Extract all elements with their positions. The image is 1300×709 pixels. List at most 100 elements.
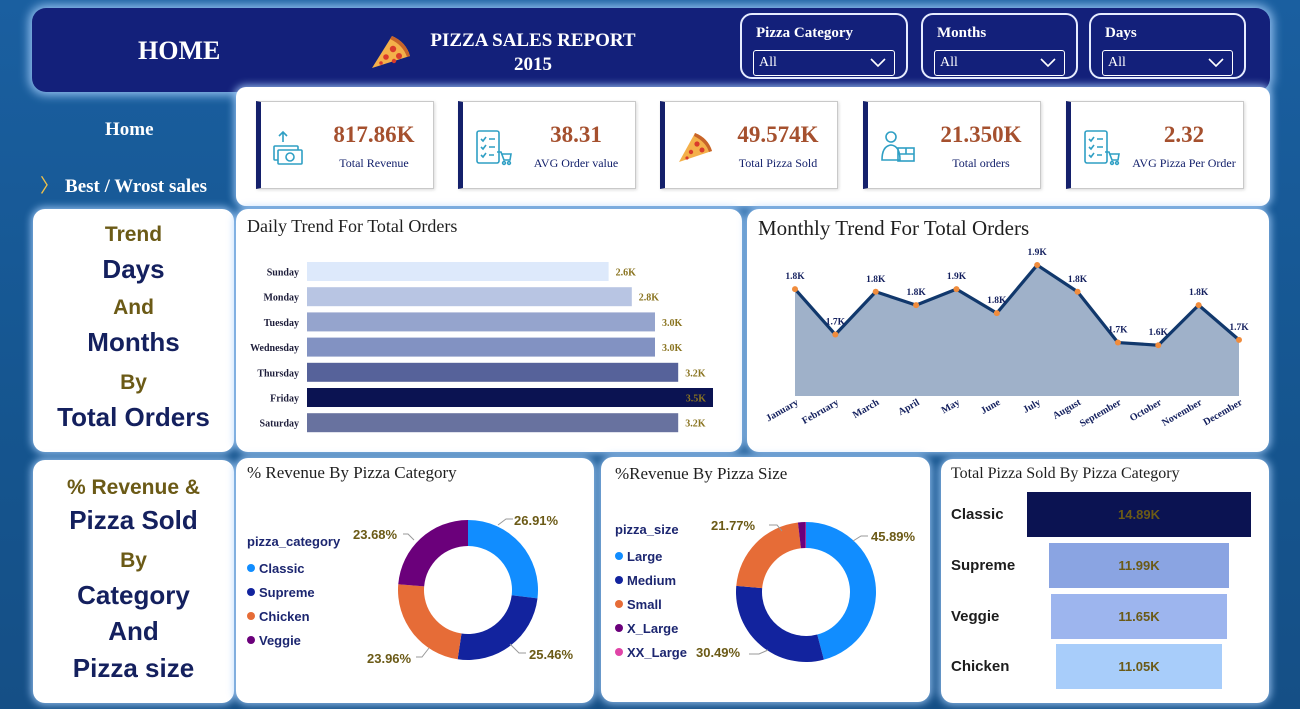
monthly-trend-card: Monthly Trend For Total Orders 1.8K Janua… (747, 209, 1269, 452)
leader-line (749, 649, 769, 655)
month-label: November (1160, 397, 1204, 429)
bar-tuesday (307, 312, 655, 332)
day-label: Wednesday (250, 343, 299, 354)
pct-label-classic: 26.91% (514, 513, 559, 528)
day-label: Thursday (257, 368, 299, 379)
monthly-trend-chart: 1.8K January 1.7K February 1.8K March 1.8K Apri… (764, 248, 1249, 430)
data-label: 1.7K (826, 318, 846, 328)
size-slice-1 (736, 585, 824, 662)
slicer-days[interactable]: Days All (1089, 13, 1246, 79)
nav-home-link[interactable]: Home (105, 119, 154, 141)
data-label: 1.8K (866, 275, 886, 285)
kpi-card-total-pizza-sold: 49.574K Total Pizza Sold (660, 101, 838, 189)
data-label: 1.8K (906, 288, 926, 298)
kpi-value: 21.350K (940, 122, 1022, 147)
pizza-logo-icon (372, 36, 410, 68)
side-text-by: By (120, 371, 147, 394)
funnel-bar-veggie: 11.65K (1051, 594, 1227, 639)
leader-line (403, 533, 415, 541)
data-point (1195, 302, 1202, 309)
kpi-label: Total orders (952, 156, 1010, 170)
size-donut-chart (736, 522, 877, 662)
kpi-value: 49.574K (737, 122, 819, 147)
data-point (1074, 288, 1081, 295)
kpi-value: 2.32 (1163, 122, 1205, 147)
kpi-card-total-orders: 21.350K Total orders (863, 101, 1041, 189)
day-label: Friday (270, 394, 299, 405)
month-label: December (1201, 397, 1244, 428)
chevron-right-icon: 〉 (40, 176, 60, 197)
side-text-pizza-size: Pizza size (72, 653, 195, 683)
category-slice-0 (468, 520, 538, 599)
slicer-pizza-category[interactable]: Pizza Category All (740, 13, 908, 79)
dropdown-value: All (940, 55, 958, 70)
kpi-card-avg-pizza-per-order: 2.32 AVG Pizza Per Order (1066, 101, 1244, 189)
pct-label-large: 45.89% (871, 529, 916, 544)
month-label: October (1128, 397, 1164, 424)
side-text-by: By (120, 549, 147, 572)
bar-data-label: 3.2K (685, 368, 706, 379)
report-title-year: 2015 (514, 54, 552, 75)
pizza-sold-title: Total Pizza Sold By Pizza Category (951, 465, 1180, 482)
report-title-line1: PIZZA SALES REPORT (430, 30, 636, 51)
bar-friday (307, 388, 713, 407)
bar-data-label: 3.2K (685, 419, 706, 430)
data-label: 1.8K (785, 272, 805, 282)
side-text-days: Days (102, 254, 165, 284)
pizza-icon (679, 133, 712, 162)
side-text-and: And (113, 296, 154, 319)
month-label: July (1021, 397, 1042, 416)
report-title: PIZZA SALES REPORT 2015 (418, 29, 648, 77)
months-dropdown[interactable]: All (934, 50, 1065, 76)
dropdown-value: All (1108, 55, 1126, 70)
bar-monday (307, 287, 632, 307)
data-label: 1.6K (1149, 328, 1169, 338)
data-point (872, 288, 879, 295)
funnel-bar-classic: 14.89K (1027, 492, 1251, 537)
day-label: Monday (263, 293, 299, 304)
month-label: January (764, 397, 800, 424)
side-text-pizza-sold: Pizza Sold (69, 505, 198, 535)
nav-best-worst-label: Best / Wrost sales (65, 176, 207, 197)
data-point (1236, 336, 1242, 343)
data-label: 1.7K (1108, 326, 1128, 336)
leader-line (509, 643, 526, 654)
data-point (792, 286, 798, 293)
slicer-months[interactable]: Months All (921, 13, 1078, 79)
dropdown-value: All (759, 55, 777, 70)
data-label: 1.8K (987, 296, 1007, 306)
side-text-months: Months (87, 327, 180, 357)
pizza-category-dropdown[interactable]: All (753, 50, 895, 76)
side-text-total-orders: Total Orders (57, 402, 210, 432)
side-text-trend: Trend (104, 223, 163, 246)
funnel-label-chicken: Chicken (951, 658, 1010, 675)
bar-data-label: 2.8K (639, 293, 660, 304)
data-point (832, 331, 839, 338)
chevron-down-icon (870, 58, 886, 68)
kpi-label: AVG Order value (533, 156, 619, 170)
data-point (1155, 342, 1162, 349)
pct-label-supreme: 25.46% (529, 647, 574, 662)
funnel-bar-chicken: 11.05K (1055, 644, 1223, 689)
revenue-category-card: % Revenue By Pizza Category pizza_catego… (236, 458, 594, 703)
bar-wednesday (307, 337, 655, 357)
chevron-down-icon (1040, 58, 1056, 68)
data-label: 1.8K (1068, 275, 1088, 285)
month-label: February (800, 397, 841, 427)
pizza-sold-card: Total Pizza Sold By Pizza Category Class… (941, 459, 1269, 703)
funnel-label-classic: Classic (951, 506, 1004, 523)
nav-best-worst-link[interactable]: 〉 Best / Wrost sales (40, 171, 207, 198)
bar-sunday (307, 262, 609, 281)
data-label: 1.9K (947, 272, 967, 282)
revenue-size-card: %Revenue By Pizza Size pizza_size Large … (601, 457, 930, 702)
days-dropdown[interactable]: All (1102, 50, 1233, 76)
chevron-down-icon (1208, 58, 1224, 68)
bar-data-label: 3.5K (686, 394, 707, 405)
leader-line (852, 535, 868, 542)
pct-label-veggie: 23.68% (353, 527, 398, 542)
pct-label-small: 21.77% (711, 518, 756, 533)
checklist-icon (1084, 130, 1120, 166)
daily-trend-chart: Sunday 2.6K Monday 2.8K Tuesday 3.0K Wednesday… (250, 262, 713, 433)
data-label: 1.9K (1028, 248, 1048, 258)
pct-label-medium: 30.49% (696, 645, 741, 660)
